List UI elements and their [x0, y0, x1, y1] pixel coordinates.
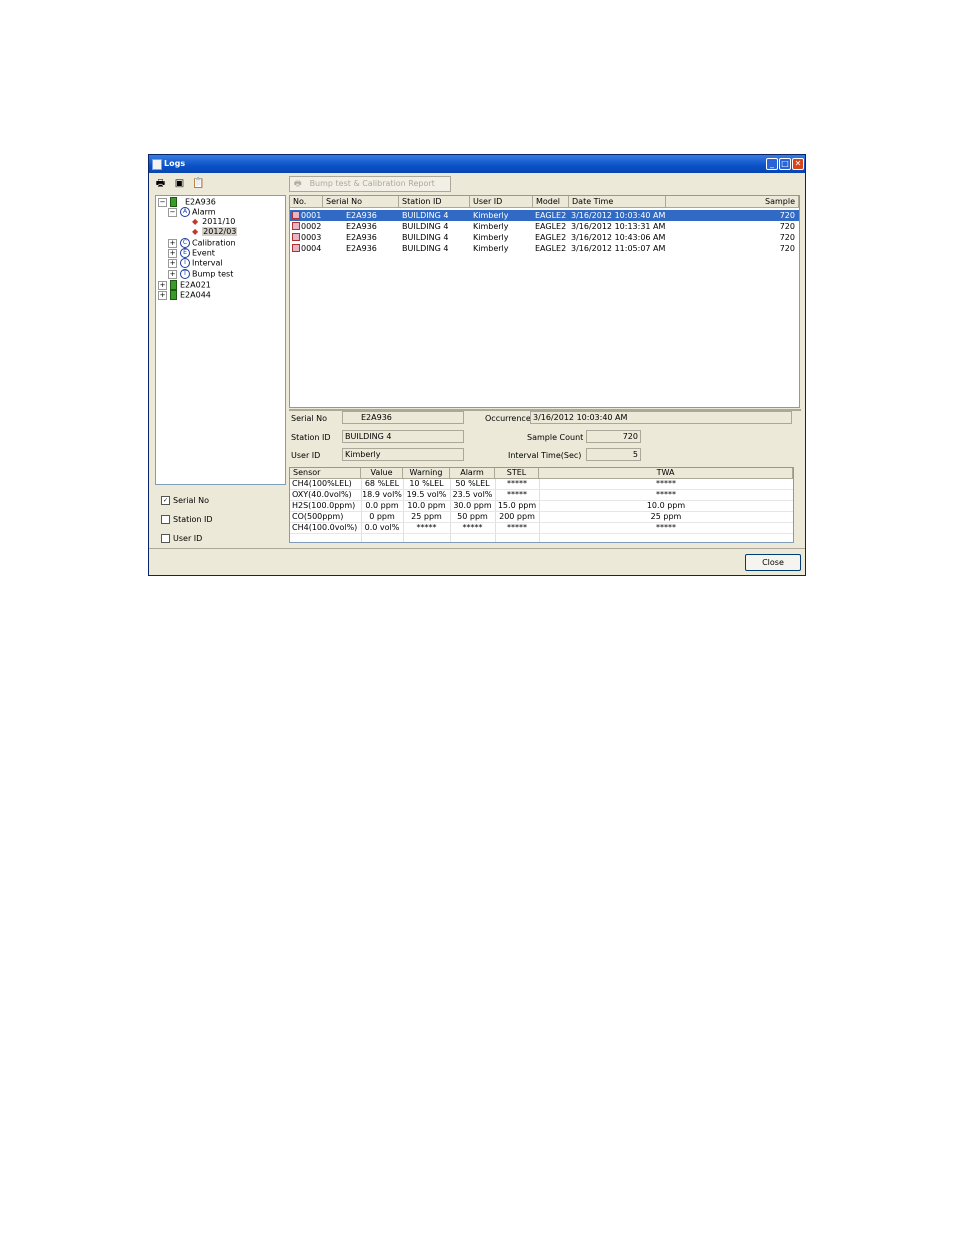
table-row[interactable]: 0003 E2A936 BUILDING 4 Kimberly EAGLE2 3… — [290, 232, 799, 243]
collapse-icon[interactable]: − — [158, 197, 167, 207]
occurrence-label: Occurrence — [485, 414, 531, 423]
calibration-icon: C — [180, 238, 190, 248]
column-header[interactable]: User ID — [470, 196, 533, 208]
tree-node-device[interactable]: + E2A044 — [158, 290, 211, 301]
column-header[interactable]: Sensor — [290, 468, 361, 479]
log-icon — [292, 222, 300, 230]
tree-node-interval[interactable]: + I Interval — [168, 258, 223, 269]
tree-node-alarm-date[interactable]: ◆ 2012/03 — [192, 227, 238, 237]
printer-icon[interactable]: 🖶 — [154, 177, 167, 190]
column-header[interactable]: Warning — [403, 468, 450, 479]
tree-node-alarm-date[interactable]: ◆ 2011/10 — [192, 217, 235, 227]
device-icon — [170, 280, 177, 290]
tree-node-device[interactable]: + E2A021 — [158, 280, 211, 291]
expand-icon[interactable]: + — [168, 258, 177, 268]
sensor-row[interactable]: CO(500ppm) 0 ppm 25 ppm 50 ppm 200 ppm 2… — [290, 512, 793, 523]
sensor-row[interactable]: OXY(40.0vol%) 18.9 vol% 19.5 vol% 23.5 v… — [290, 490, 793, 501]
expand-icon[interactable]: + — [168, 269, 177, 279]
sample-count-label: Sample Count — [527, 433, 584, 442]
column-header[interactable]: Alarm — [450, 468, 495, 479]
tree-node-event[interactable]: + E Event — [168, 248, 215, 259]
device-icon — [170, 197, 177, 207]
interval-time-field: 5 — [586, 448, 641, 461]
footer-divider — [149, 548, 805, 549]
bump-test-icon: T — [180, 269, 190, 279]
user-id-field: Kimberly — [342, 448, 464, 461]
checkbox[interactable]: ✓ — [161, 496, 170, 505]
sensor-row[interactable]: H2S(100.0ppm) 0.0 ppm 10.0 ppm 30.0 ppm … — [290, 501, 793, 512]
log-icon — [292, 211, 300, 219]
tree-node-calibration[interactable]: + C Calibration — [168, 238, 236, 249]
sensor-row[interactable]: CH4(100.0vol%) 0.0 vol% ***** ***** ****… — [290, 523, 793, 534]
filter-station-id[interactable]: Station ID — [161, 515, 213, 524]
date-marker-icon: ◆ — [192, 227, 199, 236]
column-header[interactable]: TWA — [539, 468, 793, 479]
checkbox[interactable] — [161, 515, 170, 524]
table-row[interactable]: 0002 E2A936 BUILDING 4 Kimberly EAGLE2 3… — [290, 221, 799, 232]
window-title: Logs — [164, 159, 186, 168]
expand-icon[interactable]: + — [168, 248, 177, 258]
interval-time-label: Interval Time(Sec) — [508, 451, 582, 460]
filter-panel: ✓ Serial No Station ID User ID — [155, 490, 286, 546]
floppy-disk-icon[interactable]: ▣ — [173, 177, 186, 190]
column-header[interactable]: Value — [361, 468, 403, 479]
date-marker-icon: ◆ — [192, 217, 199, 226]
device-icon — [170, 290, 177, 300]
tree-node-root[interactable]: − E2A936 — [158, 197, 216, 208]
column-header[interactable]: Sample — [666, 196, 799, 208]
alarm-icon: A — [180, 207, 190, 217]
table-row[interactable]: 0004 E2A936 BUILDING 4 Kimberly EAGLE2 3… — [290, 243, 799, 254]
expand-icon[interactable]: + — [168, 238, 177, 248]
table-row[interactable]: 0001 E2A936 BUILDING 4 Kimberly EAGLE2 3… — [290, 210, 799, 221]
serial-no-label: Serial No — [291, 414, 328, 423]
close-button[interactable]: Close — [745, 554, 801, 571]
log-icon — [292, 244, 300, 252]
logs-window: Logs _ □ ✕ 🖶 ▣ 📋 − E2A936 − A Alarm ◆ 2011/1… — [148, 154, 806, 576]
column-header[interactable]: STEL — [495, 468, 539, 479]
log-icon — [292, 233, 300, 241]
event-icon: E — [180, 248, 190, 258]
user-id-label: User ID — [291, 451, 321, 460]
app-icon — [152, 159, 162, 170]
station-id-field: BUILDING 4 — [342, 430, 464, 443]
filter-serial-no[interactable]: ✓ Serial No — [161, 496, 209, 505]
station-id-label: Station ID — [291, 433, 331, 442]
column-header[interactable]: Station ID — [399, 196, 470, 208]
occurrence-field: 3/16/2012 10:03:40 AM — [530, 411, 792, 424]
bump-calibration-report-button[interactable]: 🖶 Bump test & Calibration Report — [289, 176, 451, 192]
minimize-button[interactable]: _ — [766, 158, 778, 170]
expand-icon[interactable]: + — [158, 280, 167, 290]
device-tree[interactable]: − E2A936 − A Alarm ◆ 2011/10 ◆ 2012/03 + C Cali… — [155, 195, 286, 485]
column-header[interactable]: No. — [290, 196, 323, 208]
printer-icon: 🖶 — [294, 179, 302, 188]
column-header[interactable]: Serial No — [323, 196, 399, 208]
tree-node-bump-test[interactable]: + T Bump test — [168, 269, 233, 280]
sample-count-field: 720 — [586, 430, 641, 443]
log-list[interactable]: No. Serial No Station ID User ID Model D… — [289, 195, 800, 408]
collapse-icon[interactable]: − — [168, 207, 177, 217]
sensor-row[interactable]: CH4(100%LEL) 68 %LEL 10 %LEL 50 %LEL ***… — [290, 479, 793, 490]
sensor-grid[interactable]: Sensor Value Warning Alarm STEL TWA CH4(… — [289, 467, 794, 543]
clipboard-icon[interactable]: 📋 — [192, 177, 205, 190]
close-window-button[interactable]: ✕ — [792, 158, 804, 170]
interval-icon: I — [180, 258, 190, 268]
serial-no-field: E2A936 — [342, 411, 464, 424]
maximize-button[interactable]: □ — [779, 158, 791, 170]
column-header[interactable]: Date Time — [569, 196, 666, 208]
expand-icon[interactable]: + — [158, 290, 167, 300]
filter-user-id[interactable]: User ID — [161, 534, 202, 543]
title-bar[interactable]: Logs _ □ ✕ — [149, 155, 805, 173]
tree-node-alarm[interactable]: − A Alarm — [168, 207, 216, 218]
checkbox[interactable] — [161, 534, 170, 543]
column-header[interactable]: Model — [533, 196, 569, 208]
